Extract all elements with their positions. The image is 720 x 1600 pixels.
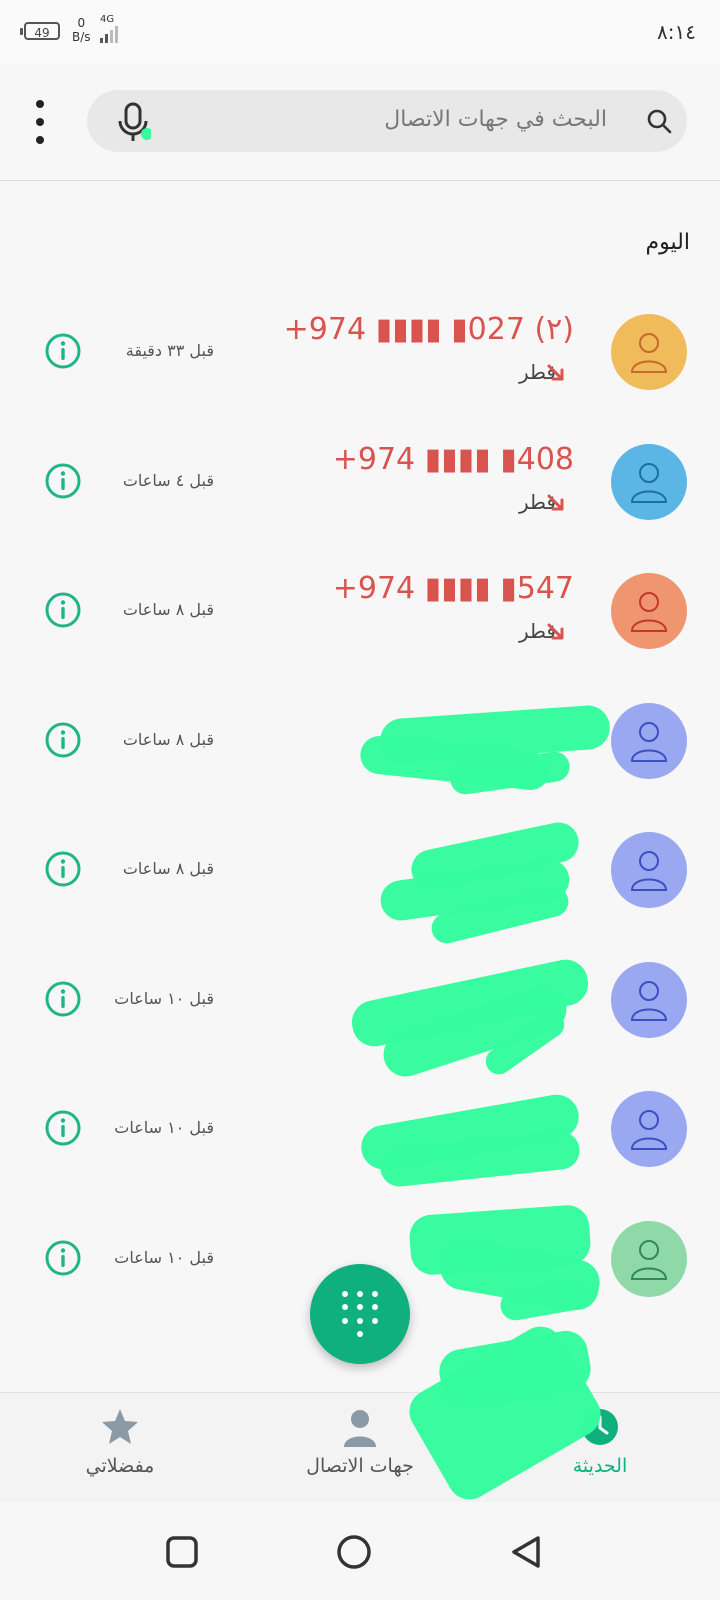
caller-number: +974 ▮▮▮▮ ▮547 [332, 571, 574, 606]
contact-avatar[interactable] [611, 443, 687, 520]
overflow-menu-icon[interactable] [30, 100, 50, 144]
speed-unit: B/s [72, 30, 91, 44]
call-time: قبل ٨ ساعات [122, 859, 214, 878]
battery-icon: 49 [20, 22, 60, 40]
info-icon[interactable] [44, 850, 82, 888]
contact-avatar[interactable] [611, 314, 687, 390]
info-icon[interactable] [44, 591, 82, 629]
contact-avatar[interactable] [611, 573, 687, 649]
call-log-row[interactable]: قبل ١٠ ساعات [0, 934, 720, 1064]
info-icon[interactable] [44, 1239, 82, 1277]
info-icon[interactable] [44, 980, 82, 1018]
header-divider [0, 180, 720, 181]
person-outline-icon [630, 1239, 668, 1280]
info-icon[interactable] [44, 332, 82, 370]
star-icon [102, 1409, 138, 1444]
person-outline-icon [630, 462, 668, 503]
call-log-row[interactable]: قبل ٨ ساعات [0, 675, 720, 805]
dialpad-icon [340, 1290, 380, 1338]
clock: ٨:١٤ [657, 20, 696, 44]
info-icon[interactable] [44, 721, 82, 759]
tab-contacts-label: جهات الاتصال [306, 1455, 414, 1477]
person-outline-icon [630, 721, 668, 762]
person-outline-icon [630, 980, 668, 1021]
call-log-row[interactable]: قبل ١٠ ساعات [0, 1063, 720, 1193]
info-icon[interactable] [44, 462, 82, 500]
call-time: قبل ٨ ساعات [122, 600, 214, 619]
network-speed: 0 B/s [72, 16, 91, 44]
back-triangle-icon[interactable] [508, 1534, 544, 1570]
recents-square-icon[interactable] [164, 1534, 200, 1570]
call-time: قبل ١٠ ساعات [114, 1247, 214, 1267]
search-icon [647, 109, 672, 134]
person-outline-icon [630, 592, 668, 632]
call-log-row[interactable]: +974 ▮▮▮▮ ▮547 قطر قبل ٨ ساعات [0, 545, 720, 675]
home-circle-icon[interactable] [336, 1534, 372, 1570]
call-time: قبل ٨ ساعات [122, 729, 214, 749]
caller-number: +974 ▮▮▮▮ ▮027 (٢) [283, 312, 574, 347]
call-time: قبل ٤ ساعات [122, 470, 214, 490]
call-log-row[interactable]: +974 ▮▮▮▮ ▮027 (٢) قطر قبل ٣٣ دقيقة [0, 286, 720, 416]
tab-favorites[interactable]: مفضلاتي [20, 1405, 220, 1491]
status-bar: 49 0 B/s 4G ٨:١٤ [0, 0, 720, 64]
search-placeholder: البحث في جهات الاتصال [384, 107, 607, 132]
bottom-navigation: الحديثة جهات الاتصال مفضلاتي [0, 1318, 720, 1508]
contact-avatar[interactable] [611, 1220, 687, 1297]
missed-call-arrow-icon [547, 623, 564, 640]
signal-icon [100, 26, 118, 43]
missed-call-arrow-icon [547, 494, 564, 510]
speed-value: 0 [77, 16, 86, 30]
network-type: 4G [100, 14, 115, 25]
call-time: قبل ٣٣ دقيقة [125, 341, 214, 360]
caller-number: +974 ▮▮▮▮ ▮408 [332, 441, 574, 477]
system-navigation-bar [0, 1502, 720, 1600]
call-log-row[interactable]: قبل ٨ ساعات [0, 804, 720, 934]
battery-level: 49 [34, 26, 50, 40]
microphone-icon[interactable] [115, 102, 151, 142]
missed-call-arrow-icon [547, 364, 564, 381]
person-outline-icon [630, 851, 668, 891]
person-icon [344, 1410, 376, 1447]
call-log-row[interactable]: +974 ▮▮▮▮ ▮408 قطر قبل ٤ ساعات [0, 416, 720, 546]
tab-favorites-label: مفضلاتي [85, 1455, 155, 1477]
dialpad-button[interactable] [310, 1264, 410, 1364]
contact-avatar[interactable] [611, 832, 687, 908]
contact-avatar[interactable] [611, 961, 687, 1038]
call-time: قبل ١٠ ساعات [114, 1118, 214, 1137]
search-bar[interactable]: البحث في جهات الاتصال [87, 90, 687, 152]
person-outline-icon [630, 333, 668, 373]
section-header-today: اليوم [645, 230, 690, 255]
call-time: قبل ١٠ ساعات [114, 988, 214, 1008]
info-icon[interactable] [44, 1109, 82, 1147]
contact-avatar[interactable] [611, 1091, 687, 1167]
person-outline-icon [630, 1110, 668, 1150]
contact-avatar[interactable] [611, 702, 687, 779]
